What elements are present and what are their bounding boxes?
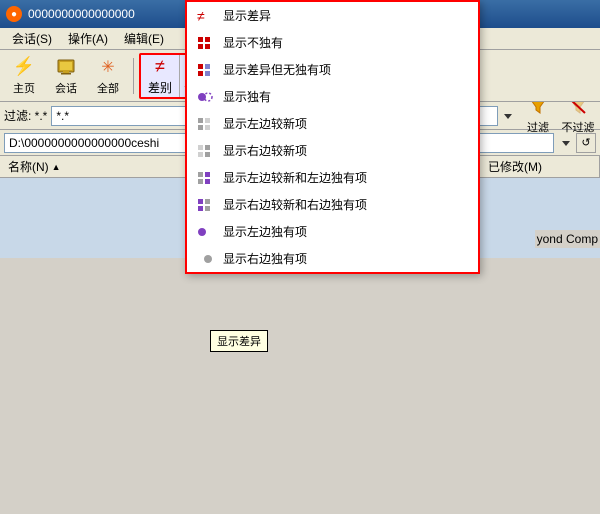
all-label: 全部 — [97, 80, 119, 96]
diff-label: 差别 — [148, 79, 172, 96]
home-icon: ⚡ — [12, 56, 36, 78]
show-right-new-unique-icon — [197, 198, 213, 212]
dropdown-item-show-right-new-unique[interactable]: 显示右边较新和右边独有项 — [187, 191, 478, 218]
filter-label: 过滤: *.* — [4, 107, 47, 124]
dropdown-item-show-right-new[interactable]: 显示右边较新项 — [187, 137, 478, 164]
main-window: ● 0000000000000000 会话(S) 操作(A) 编辑(E) ⚡ 主… — [0, 0, 600, 514]
tooltip-show-diff: 显示差异 — [210, 330, 268, 352]
show-left-unique-icon — [197, 225, 213, 239]
app-icon: ● — [6, 6, 22, 22]
dropdown-item-show-diff[interactable]: ≠ 显示差异 — [187, 2, 478, 29]
dropdown-item-show-left-unique[interactable]: 显示左边独有项 — [187, 218, 478, 245]
no-filter-btn[interactable]: 不过滤 — [560, 104, 596, 128]
col-modified[interactable]: 已修改(M) — [480, 156, 600, 177]
toolbar-session-button[interactable]: 会话 — [46, 53, 86, 99]
menu-session[interactable]: 会话(S) — [4, 28, 60, 49]
show-diff-icon: ≠ — [197, 9, 213, 23]
diff-icon: ≠ — [155, 56, 165, 77]
show-unique-icon — [197, 36, 213, 50]
dropdown-item-show-only[interactable]: 显示独有 — [187, 83, 478, 110]
menu-edit[interactable]: 编辑(E) — [116, 28, 172, 49]
path-back-button[interactable]: ↺ — [576, 133, 596, 153]
separator-1 — [133, 58, 134, 94]
dropdown-item-show-unique[interactable]: 显示不独有 — [187, 29, 478, 56]
filter-icon-btn[interactable]: 过滤 — [520, 104, 556, 128]
show-right-unique-icon — [197, 252, 213, 266]
show-right-new-icon — [197, 144, 213, 158]
show-only-icon — [197, 90, 213, 104]
show-left-new-icon — [197, 117, 213, 131]
menu-operation[interactable]: 操作(A) — [60, 28, 116, 49]
dropdown-menu: ≠ 显示差异 显示不独有 — [185, 0, 480, 274]
toolbar-home-button[interactable]: ⚡ 主页 — [4, 53, 44, 99]
toolbar-diff-button[interactable]: ≠ 差别 — [141, 55, 179, 97]
svg-text:≠: ≠ — [197, 9, 205, 23]
sort-asc-icon: ▲ — [52, 162, 61, 172]
show-left-new-unique-icon — [197, 171, 213, 185]
toolbar-all-button[interactable]: ✳ 全部 — [88, 53, 128, 99]
session-icon — [54, 56, 78, 78]
dropdown-item-show-left-new-unique[interactable]: 显示左边较新和左边独有项 — [187, 164, 478, 191]
beyond-compare-text: yond Comp — [535, 230, 600, 248]
all-icon: ✳ — [96, 56, 120, 78]
dropdown-item-show-right-unique[interactable]: 显示右边独有项 — [187, 245, 478, 272]
home-label: 主页 — [13, 80, 35, 96]
filter-dropdown-arrow[interactable] — [502, 110, 514, 122]
dropdown-item-show-left-new[interactable]: 显示左边较新项 — [187, 110, 478, 137]
diff-no-unique-icon — [197, 63, 213, 77]
dropdown-item-diff-no-unique[interactable]: 显示差异但无独有项 — [187, 56, 478, 83]
session-label: 会话 — [55, 80, 77, 96]
path-dropdown-arrow[interactable] — [560, 137, 572, 149]
